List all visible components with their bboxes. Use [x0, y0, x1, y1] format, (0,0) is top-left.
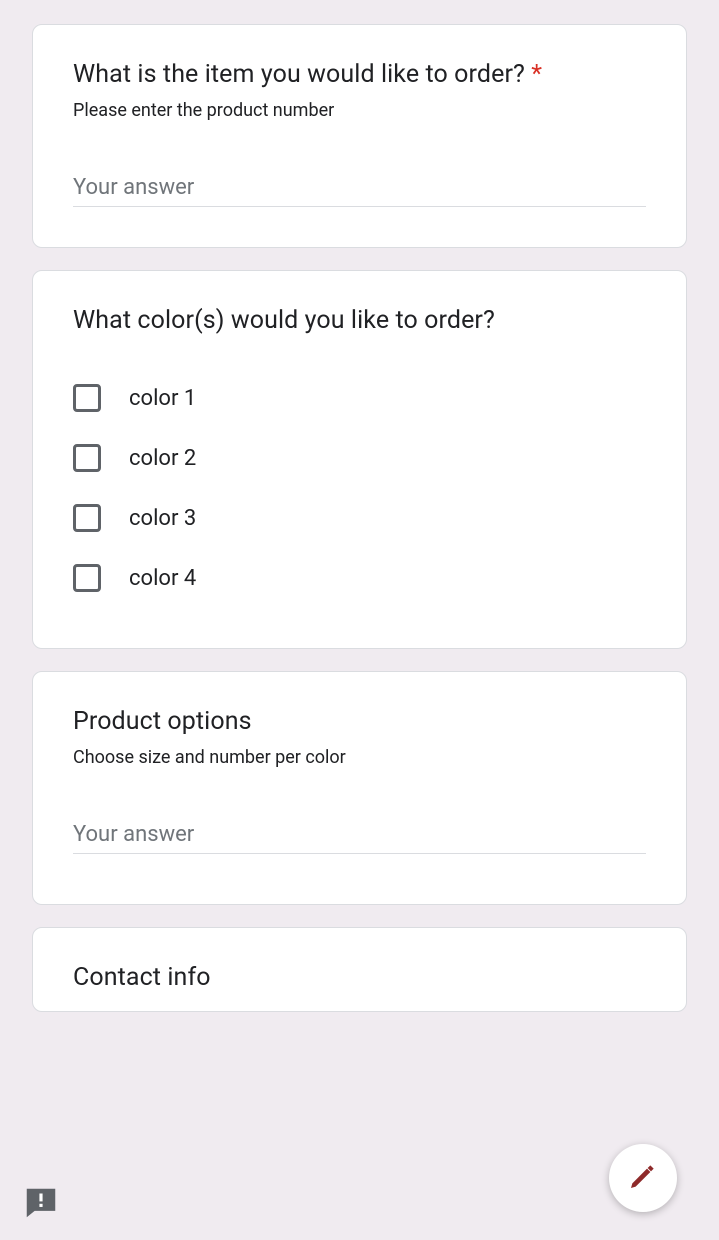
checkbox-option[interactable]: color 4 — [73, 548, 646, 608]
option-label: color 3 — [129, 506, 196, 531]
question-card: Contact info — [32, 927, 687, 1012]
checkbox-icon — [73, 564, 101, 592]
checkbox-option[interactable]: color 1 — [73, 368, 646, 428]
question-title: What is the item you would like to order… — [73, 57, 646, 92]
checkbox-icon — [73, 444, 101, 472]
feedback-icon — [22, 1207, 60, 1226]
required-indicator: * — [531, 60, 542, 89]
checkbox-icon — [73, 504, 101, 532]
question-card: What is the item you would like to order… — [32, 24, 687, 248]
question-title-text: What is the item you would like to order… — [73, 60, 525, 89]
question-title: What color(s) would you like to order? — [73, 303, 646, 338]
question-description: Choose size and number per color — [73, 747, 646, 768]
question-card: What color(s) would you like to order? c… — [32, 270, 687, 649]
answer-input[interactable] — [73, 816, 646, 854]
checkbox-icon — [73, 384, 101, 412]
question-title: Contact info — [73, 960, 646, 995]
edit-button[interactable] — [609, 1144, 677, 1212]
option-label: color 4 — [129, 566, 196, 591]
pencil-icon — [627, 1160, 659, 1196]
answer-input[interactable] — [73, 169, 646, 207]
question-description: Please enter the product number — [73, 100, 646, 121]
checkbox-option[interactable]: color 3 — [73, 488, 646, 548]
option-label: color 1 — [129, 386, 196, 411]
question-title: Product options — [73, 704, 646, 739]
checkbox-option[interactable]: color 2 — [73, 428, 646, 488]
feedback-button[interactable] — [22, 1184, 60, 1218]
question-card: Product options Choose size and number p… — [32, 671, 687, 905]
checkbox-options: color 1 color 2 color 3 color 4 — [73, 368, 646, 608]
option-label: color 2 — [129, 446, 196, 471]
